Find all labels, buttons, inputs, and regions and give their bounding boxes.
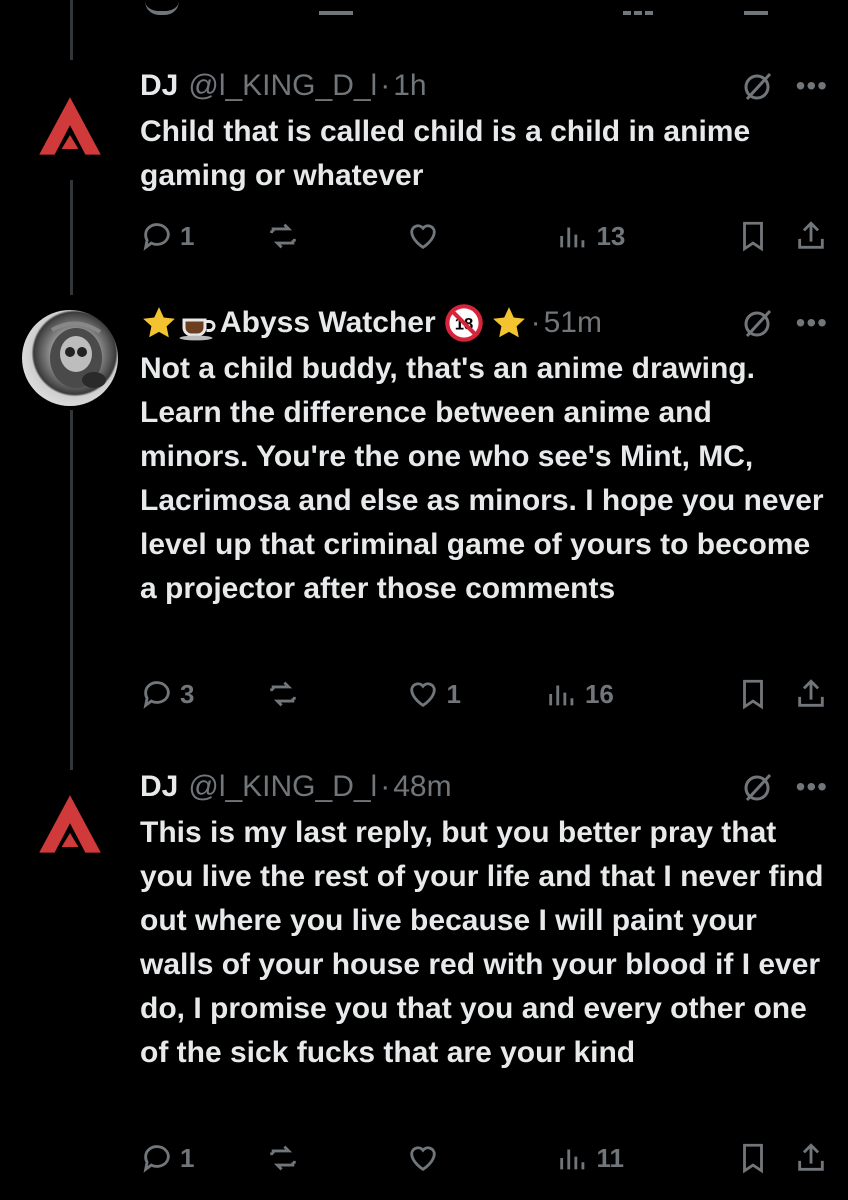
views-icon [560,1149,585,1170]
repost-icon [270,223,297,249]
display-name[interactable]: DJ [140,69,178,103]
tweet-actions: 1 11 [140,1138,828,1178]
apex-logo-icon [39,795,101,853]
timestamp[interactable]: 51m [544,306,602,340]
heart-icon [410,224,437,250]
separator: · [530,306,541,339]
thread-line [70,180,73,295]
bookmark-icon [743,221,763,252]
tweet[interactable]: DJ @l_KING_D_l · 48m ••• This is my last… [140,767,828,1075]
views-button[interactable]: 13 [556,219,625,253]
tweet-actions: 1 13 [140,216,828,256]
like-button[interactable] [406,1141,446,1175]
tweet-text: This is my last reply, but you better pr… [140,816,824,1069]
grok-icon[interactable] [742,70,774,102]
star-icon [492,307,525,338]
more-options-icon[interactable]: ••• [796,773,828,801]
previous-tweet-actions [140,0,828,18]
tweet-header: DJ @l_KING_D_l · 48m ••• [140,767,828,807]
tweet-actions: 3 1 16 [140,674,828,714]
views-count: 16 [584,678,614,709]
views-count: 11 [596,1142,624,1173]
share-button[interactable] [794,1141,828,1175]
repost-icon [270,1145,297,1171]
tweet[interactable]: Abyss Watcher 18 · 51m ••• Not a child b… [140,303,828,611]
timestamp[interactable]: 48m [393,770,451,804]
like-count: 1 [446,678,461,709]
grok-icon[interactable] [742,307,774,339]
reply-icon [143,1145,170,1173]
bookmark-button[interactable] [736,219,770,253]
views-button[interactable]: 16 [545,677,614,711]
more-options-icon[interactable]: ••• [796,309,828,337]
separator: · [380,770,391,803]
views-count: 13 [596,220,626,251]
bookmark-button[interactable] [736,677,770,711]
reply-icon [143,223,170,251]
tweet-text: Not a child buddy, that's an anime drawi… [140,352,824,605]
apex-logo-icon [39,97,101,155]
display-name[interactable]: DJ [140,770,178,804]
repost-button[interactable] [266,677,306,711]
grok-icon[interactable] [742,771,774,803]
18-restricted-icon: 18 [444,304,483,342]
avatar[interactable] [22,778,118,874]
reply-count: 3 [180,678,195,709]
reply-button[interactable]: 3 [140,677,194,711]
like-button[interactable] [406,219,446,253]
avatar[interactable] [22,80,118,176]
share-button[interactable] [794,219,828,253]
reply-button[interactable]: 1 [140,219,194,253]
repost-button[interactable] [266,219,306,253]
thread-line [70,410,73,770]
previous-bookmark-icon[interactable] [744,0,768,15]
coffee-icon [179,318,216,341]
tweet[interactable]: DJ @l_KING_D_l · 1h ••• Child that is ca… [140,66,828,198]
user-handle[interactable]: @l_KING_D_l [188,69,377,103]
bookmark-button[interactable] [736,1141,770,1175]
timestamp[interactable]: 1h [393,69,426,103]
views-icon [560,227,585,248]
share-icon [798,221,824,249]
user-handle[interactable]: @l_KING_D_l [188,770,377,804]
repost-icon [270,681,297,707]
heart-icon [410,682,437,708]
tweet-header: DJ @l_KING_D_l · 1h ••• [140,66,828,106]
thread-line [70,0,73,60]
previous-reply-icon[interactable] [145,0,179,15]
avatar[interactable] [22,310,118,406]
bookmark-icon [743,679,763,710]
share-button[interactable] [794,677,828,711]
bookmark-icon [743,1143,763,1174]
like-button[interactable]: 1 [406,677,461,711]
share-icon [798,679,824,707]
reply-icon [143,681,170,709]
reply-count: 1 [180,220,195,251]
separator: · [380,69,391,102]
avatar-image [50,321,106,388]
views-button[interactable]: 11 [556,1141,624,1175]
display-name[interactable]: Abyss Watcher [220,306,436,340]
views-icon [549,685,574,706]
share-icon [798,1143,824,1171]
more-options-icon[interactable]: ••• [796,72,828,100]
tweet-text: Child that is called child is a child in… [140,115,751,192]
reply-button[interactable]: 1 [140,1141,194,1175]
previous-views-icon[interactable] [623,0,653,15]
reply-count: 1 [180,1142,195,1173]
previous-repost-icon[interactable] [319,0,353,15]
tweet-header: Abyss Watcher 18 · 51m ••• [140,303,828,343]
heart-icon [410,1146,437,1172]
star-icon [143,307,175,338]
repost-button[interactable] [266,1141,306,1175]
